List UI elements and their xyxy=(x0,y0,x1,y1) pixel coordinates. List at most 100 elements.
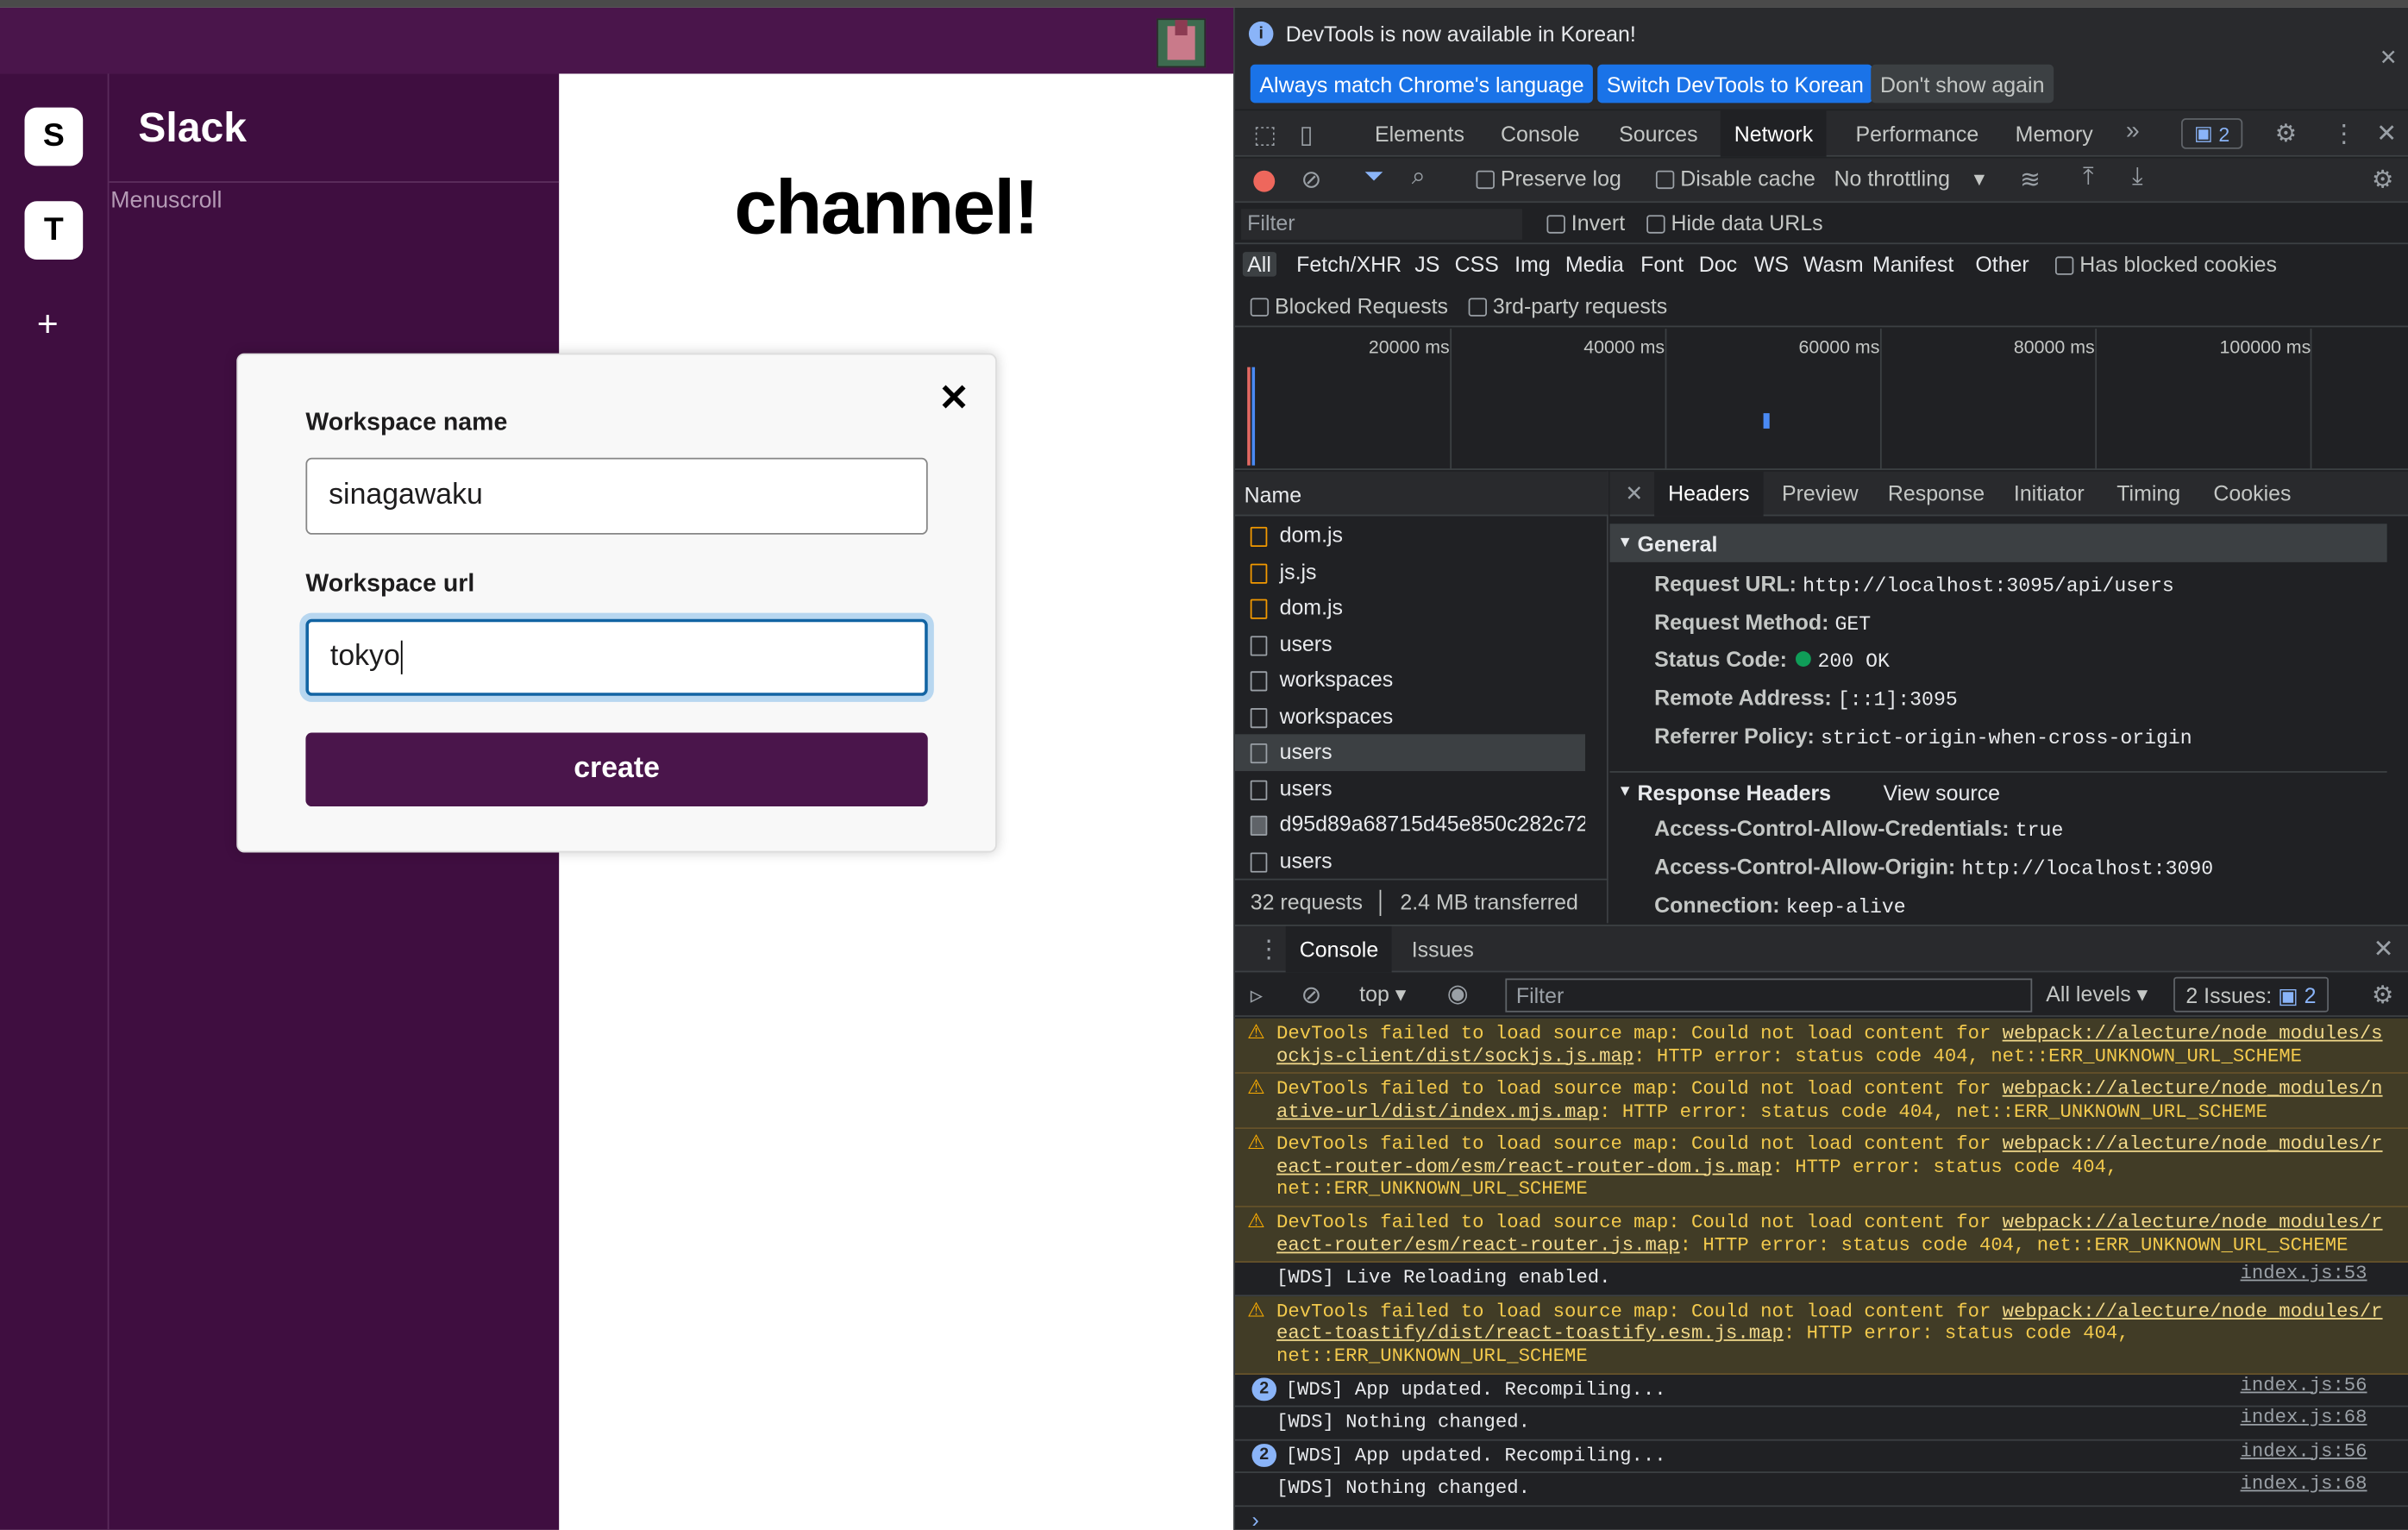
type-font[interactable]: Font xyxy=(1640,252,1684,276)
request-row[interactable]: dom.js xyxy=(1235,517,1585,554)
settings-icon[interactable]: ⚙ xyxy=(2275,118,2298,149)
network-filter-input[interactable]: Filter xyxy=(1241,209,1522,240)
general-section-header[interactable]: ▼ General xyxy=(1609,524,2387,562)
tab-performance[interactable]: Performance xyxy=(1855,122,1978,146)
close-devtools-icon[interactable]: ✕ xyxy=(2376,118,2397,149)
type-doc[interactable]: Doc xyxy=(1699,252,1737,276)
source-link[interactable]: index.js:68 xyxy=(2241,1473,2367,1496)
request-row[interactable]: users xyxy=(1235,843,1585,879)
source-map-link[interactable]: webpack://alecture/node_modules/r xyxy=(2003,1133,2383,1155)
import-har-icon[interactable]: ⤒ xyxy=(2083,165,2094,192)
source-link[interactable]: index.js:68 xyxy=(2241,1407,2367,1429)
type-js[interactable]: JS xyxy=(1414,252,1439,276)
inspect-element-icon[interactable]: ⬚ xyxy=(1253,120,1276,151)
add-workspace-button[interactable]: + xyxy=(37,304,59,348)
clear-console-icon[interactable]: ⊘ xyxy=(1301,980,1322,1011)
dont-show-again-button[interactable]: Don't show again xyxy=(1871,64,2054,103)
source-map-link[interactable]: eact-router-dom/esm/react-router-dom.js.… xyxy=(1276,1156,1772,1177)
request-row[interactable]: dom.js xyxy=(1235,590,1585,626)
close-drawer-icon[interactable]: ✕ xyxy=(2374,934,2394,965)
invert-checkbox[interactable]: Invert xyxy=(1546,210,1625,235)
source-map-link[interactable]: ockjs-client/dist/sockjs.js.map xyxy=(1276,1045,1634,1067)
source-link[interactable]: index.js:53 xyxy=(2241,1263,2367,1285)
throttling-select[interactable]: No throttling ▾ xyxy=(1834,166,1985,191)
drawer-menu-icon[interactable]: ⋮ xyxy=(1257,934,1281,965)
infobar-close-icon[interactable]: ✕ xyxy=(2380,45,2398,71)
workspace-button-s[interactable]: S xyxy=(24,107,84,166)
source-map-link[interactable]: webpack://alecture/node_modules/s xyxy=(2003,1023,2383,1044)
type-media[interactable]: Media xyxy=(1565,252,1624,276)
request-row[interactable]: d95d89a68715d45e850c282c72... xyxy=(1235,806,1585,843)
tab-response[interactable]: Response xyxy=(1888,480,1985,505)
request-row[interactable]: users xyxy=(1235,626,1585,662)
live-expression-eye-icon[interactable]: ◉ xyxy=(1447,978,1469,1009)
type-fetch-xhr[interactable]: Fetch/XHR xyxy=(1296,252,1402,276)
filter-icon[interactable]: ⏷ xyxy=(1364,165,1384,192)
workspace-button-t[interactable]: T xyxy=(24,201,84,260)
disable-cache-checkbox[interactable]: Disable cache xyxy=(1655,166,1815,191)
source-link[interactable]: index.js:56 xyxy=(2241,1374,2367,1396)
console-filter-input[interactable]: Filter xyxy=(1505,978,2033,1013)
search-icon[interactable]: ⌕ xyxy=(1412,165,1426,192)
console-settings-icon[interactable]: ⚙ xyxy=(2372,980,2394,1011)
request-row-selected[interactable]: users xyxy=(1234,734,1585,771)
view-source-link[interactable]: View source xyxy=(1884,781,2000,805)
source-link[interactable]: index.js:56 xyxy=(2241,1440,2367,1463)
clear-icon[interactable]: ⊘ xyxy=(1301,165,1322,196)
match-language-button[interactable]: Always match Chrome's language xyxy=(1250,64,1594,103)
type-css[interactable]: CSS xyxy=(1455,252,1499,276)
create-button[interactable]: create xyxy=(305,732,928,807)
request-row[interactable]: workspaces xyxy=(1235,698,1585,734)
tab-sources[interactable]: Sources xyxy=(1619,122,1697,146)
type-manifest[interactable]: Manifest xyxy=(1872,252,1953,276)
workspace-name-input[interactable]: sinagawaku xyxy=(305,457,928,535)
source-map-link[interactable]: webpack://alecture/node_modules/r xyxy=(2003,1212,2383,1233)
source-map-link[interactable]: ative-url/dist/index.mjs.map xyxy=(1276,1100,1599,1122)
type-ws[interactable]: WS xyxy=(1754,252,1789,276)
blocked-requests-checkbox[interactable]: Blocked Requests xyxy=(1250,293,1448,318)
request-row[interactable]: users xyxy=(1235,770,1585,806)
source-map-link[interactable]: eact-router/esm/react-router.js.map xyxy=(1276,1234,1680,1256)
log-levels-select[interactable]: All levels ▾ xyxy=(2046,981,2148,1007)
hide-data-urls-checkbox[interactable]: Hide data URLs xyxy=(1646,210,1823,235)
has-blocked-cookies-checkbox[interactable]: Has blocked cookies xyxy=(2054,252,2277,277)
console-prompt[interactable]: › xyxy=(1252,1507,1259,1530)
drawer-tab-issues[interactable]: Issues xyxy=(1412,937,1474,961)
user-avatar[interactable] xyxy=(1157,18,1207,68)
close-details-icon[interactable]: ✕ xyxy=(1625,480,1643,506)
device-toolbar-icon[interactable]: ▯ xyxy=(1300,120,1314,151)
more-tabs-icon[interactable]: » xyxy=(2126,118,2140,146)
response-headers-section[interactable]: ▼ Response Headers View source xyxy=(1609,771,2387,810)
tab-elements[interactable]: Elements xyxy=(1375,122,1464,146)
tab-network[interactable]: Network xyxy=(1720,110,1828,157)
network-timeline[interactable]: 20000 ms 40000 ms 60000 ms 80000 ms 1000… xyxy=(1234,329,2408,470)
tab-headers[interactable]: Headers xyxy=(1654,471,1764,517)
network-conditions-icon[interactable]: ≋ xyxy=(2020,165,2041,196)
drawer-tab-console[interactable]: Console xyxy=(1285,925,1393,973)
more-options-icon[interactable]: ⋮ xyxy=(2332,118,2356,149)
workspace-url-input[interactable]: tokyo xyxy=(305,618,928,696)
switch-korean-button[interactable]: Switch DevTools to Korean xyxy=(1597,64,1873,103)
type-all[interactable]: All xyxy=(1242,252,1276,277)
tab-preview[interactable]: Preview xyxy=(1782,480,1859,505)
source-map-link[interactable]: webpack://alecture/node_modules/r xyxy=(2003,1301,2383,1322)
request-row[interactable]: workspaces xyxy=(1235,662,1585,699)
source-map-link[interactable]: eact-toastify/dist/react-toastify.esm.js… xyxy=(1276,1322,1784,1344)
tab-console[interactable]: Console xyxy=(1501,122,1579,146)
close-icon[interactable]: ✕ xyxy=(938,376,969,421)
export-har-icon[interactable]: ⤓ xyxy=(2132,165,2143,192)
record-icon[interactable] xyxy=(1253,170,1276,192)
tab-initiator[interactable]: Initiator xyxy=(2014,480,2085,505)
type-wasm[interactable]: Wasm xyxy=(1803,252,1864,276)
type-img[interactable]: Img xyxy=(1514,252,1551,276)
issues-badge[interactable]: ▣ 2 xyxy=(2181,118,2243,149)
request-row[interactable]: js.js xyxy=(1235,554,1585,590)
workspace-title[interactable]: Slack xyxy=(138,104,247,152)
issues-count-button[interactable]: 2 Issues: ▣ 2 xyxy=(2173,976,2329,1013)
tab-memory[interactable]: Memory xyxy=(2016,122,2093,146)
tab-timing[interactable]: Timing xyxy=(2116,480,2180,505)
context-select[interactable]: top ▾ xyxy=(1359,981,1406,1007)
source-map-link[interactable]: webpack://alecture/node_modules/n xyxy=(2003,1078,2383,1100)
tab-cookies[interactable]: Cookies xyxy=(2213,480,2291,505)
sidebar-toggle-icon[interactable]: ▹ xyxy=(1251,980,1263,1011)
